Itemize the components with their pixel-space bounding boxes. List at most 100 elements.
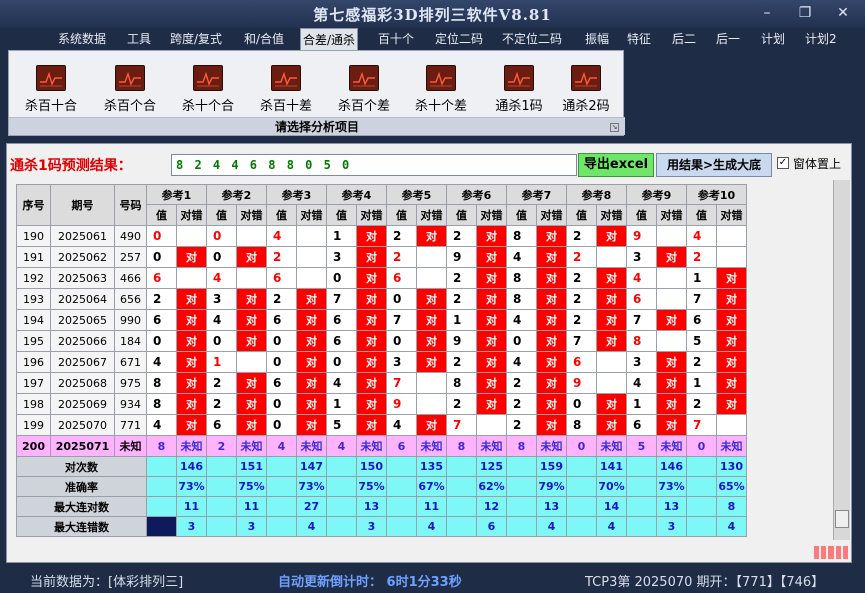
ribbon-item-label[interactable]: 杀十个合 [170, 95, 246, 114]
ref-check [596, 351, 627, 373]
menu-item[interactable]: 振幅 [583, 28, 611, 50]
chart-icon[interactable] [571, 65, 601, 91]
menu-item[interactable]: 跨度/复式 [168, 28, 224, 50]
pred-value: 8 [506, 435, 537, 457]
close-button[interactable]: ✕ [831, 4, 855, 22]
menu-item[interactable]: 合差/通杀 [300, 28, 359, 50]
ribbon-item-label[interactable]: 杀百个差 [326, 95, 402, 114]
row-code: 656 [114, 288, 147, 310]
ref-check: 对 [356, 309, 387, 331]
chart-icon[interactable] [271, 65, 301, 91]
generate-base-button[interactable]: 用结果>生成大底 [656, 153, 772, 177]
value-header: 值 [146, 204, 177, 226]
chart-icon[interactable] [36, 65, 66, 91]
ref-check: 对 [716, 351, 747, 373]
value-header: 值 [686, 204, 717, 226]
menu-item[interactable]: 计划2 [803, 28, 839, 50]
ribbon-item-label[interactable]: 杀百十差 [248, 95, 324, 114]
chart-icon[interactable] [115, 65, 145, 91]
menu-bar: 系统数据 工具 跨度/复式 和/合值 合差/通杀 百十个 定位二码 不定位二码 振幅 特征 后二 后一… [0, 28, 865, 50]
ref-check [596, 246, 627, 268]
ref-value: 2 [686, 351, 717, 373]
stats-spacer [266, 516, 297, 537]
table-row: 198 2025069 934 8 对 2 对 0 对 1 对 9 2 对 2 对 0 对 1 对 2 对 [16, 393, 747, 415]
ref-check: 对 [476, 309, 507, 331]
table-row: 191 2025062 257 0 对 0 对 2 3 对 2 9 对 4 对 2 3 对 2 [16, 246, 747, 268]
stats-value: 4 [296, 516, 327, 537]
stats-value: 11 [236, 496, 267, 517]
stats-value: 4 [596, 516, 627, 537]
pred-check: 未知 [716, 435, 747, 457]
ref-value: 2 [566, 246, 597, 268]
ref-check [176, 267, 207, 289]
export-excel-button[interactable]: 导出excel [578, 153, 654, 177]
ref-value: 2 [446, 351, 477, 373]
menu-item[interactable]: 特征 [625, 28, 653, 50]
stats-spacer [686, 476, 717, 497]
ref-check [176, 225, 207, 247]
ref-check: 对 [236, 330, 267, 352]
menu-item[interactable]: 系统数据 [56, 28, 108, 50]
expand-icon[interactable]: ↘ [610, 123, 619, 132]
stats-spacer [566, 476, 597, 497]
ref-check: 对 [596, 288, 627, 310]
menu-item[interactable]: 和/合值 [242, 28, 286, 50]
chart-icon[interactable] [504, 65, 534, 91]
ref-check: 对 [296, 372, 327, 394]
stats-spacer [206, 476, 237, 497]
stats-spacer [386, 516, 417, 537]
ref-value: 0 [206, 225, 237, 247]
row-code: 975 [114, 372, 147, 394]
ribbon-item-label[interactable]: 杀十个差 [403, 95, 479, 114]
ref-value: 4 [506, 351, 537, 373]
row-code: 771 [114, 414, 147, 436]
restore-button[interactable]: ❐ [793, 4, 817, 22]
stats-value: 3 [236, 516, 267, 537]
menu-item[interactable]: 后一 [714, 28, 742, 50]
scrollbar-thumb[interactable] [835, 510, 849, 528]
ref-value: 6 [326, 330, 357, 352]
ref-check: 对 [596, 330, 627, 352]
stats-value: 27 [296, 496, 327, 517]
vertical-scrollbar[interactable] [833, 180, 850, 540]
ref-value: 6 [206, 414, 237, 436]
prediction-field[interactable]: 8 2 4 4 6 8 8 0 5 0 [171, 154, 577, 176]
ref-value: 7 [686, 288, 717, 310]
ref-value: 2 [146, 288, 177, 310]
row-code: 934 [114, 393, 147, 415]
prediction-label: 通杀1码预测结果： [10, 158, 132, 174]
stats-value: 75% [236, 476, 267, 497]
menu-item[interactable]: 工具 [125, 28, 153, 50]
menu-item[interactable]: 百十个 [376, 28, 416, 50]
ref-value: 6 [266, 267, 297, 289]
menu-item[interactable]: 不定位二码 [500, 28, 564, 50]
check-header: 对错 [356, 204, 387, 226]
stats-row: 最大连对数 11 11 27 13 11 12 13 14 13 8 [16, 496, 747, 517]
menu-item[interactable]: 后二 [670, 28, 698, 50]
stats-spacer [566, 456, 597, 477]
stats-spacer [386, 476, 417, 497]
menu-item[interactable]: 定位二码 [433, 28, 485, 50]
ref-check: 对 [356, 267, 387, 289]
stats-value: 8 [716, 496, 747, 517]
ref-value: 4 [206, 267, 237, 289]
chart-icon[interactable] [426, 65, 456, 91]
ref-value: 0 [266, 330, 297, 352]
ribbon-item-label[interactable]: 通杀2码 [548, 95, 624, 114]
ribbon-item-label[interactable]: 杀百个合 [92, 95, 168, 114]
menu-item[interactable]: 计划 [759, 28, 787, 50]
pin-window-checkbox[interactable]: ✓ [777, 157, 789, 169]
ribbon-item-label[interactable]: 通杀1码 [481, 95, 557, 114]
reference-header: 参考5 [386, 184, 447, 205]
chart-icon[interactable] [193, 65, 223, 91]
ref-value: 8 [146, 393, 177, 415]
ref-value: 8 [146, 372, 177, 394]
ribbon-item-label[interactable]: 杀百十合 [13, 95, 89, 114]
pred-value: 4 [326, 435, 357, 457]
minimize-button[interactable]: – [755, 4, 779, 22]
ref-value: 9 [446, 246, 477, 268]
pred-check: 未知 [596, 435, 627, 457]
chart-icon[interactable] [349, 65, 379, 91]
ref-value: 0 [326, 267, 357, 289]
ref-value: 8 [506, 288, 537, 310]
